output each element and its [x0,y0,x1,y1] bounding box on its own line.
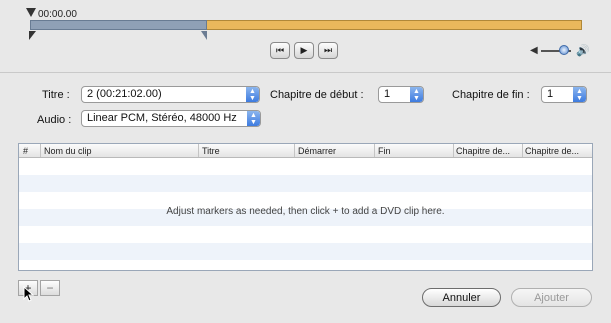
volume-slider-knob[interactable] [559,45,569,55]
minus-icon: − [46,281,54,295]
fast-forward-button[interactable]: ⏭ [318,42,338,59]
playhead-marker[interactable] [26,8,36,17]
volume-high-icon: 🔊 [576,45,590,57]
timecode-display: 00:00.00 [38,9,77,20]
column-header-fin[interactable]: Fin [378,146,452,156]
popup-arrows-icon: ▲ ▼ [410,87,423,102]
column-header-titre[interactable]: Titre [202,146,292,156]
chapitre-fin-select[interactable]: 1 ▲ ▼ [541,86,587,103]
titre-select[interactable]: 2 (00:21:02.00) ▲ ▼ [81,86,260,103]
volume-low-icon: ◀ [530,45,538,56]
chapitre-debut-label: Chapitre de début : [270,89,364,101]
popup-arrows-icon: ▲ ▼ [247,111,260,126]
popup-arrows-icon: ▲ ▼ [246,87,259,102]
chapitre-fin-label: Chapitre de fin : [452,89,530,101]
remove-clip-button[interactable]: − [40,280,60,296]
timeline-selection [30,20,207,30]
rewind-button[interactable]: ⏮ [270,42,290,59]
titre-label: Titre : [42,89,70,101]
audio-select-value: Linear PCM, Stéréo, 48000 Hz [87,112,237,124]
dvd-clip-dialog: 00:00.00 ⏮ ▶ ⏭ ◀ 🔊 Titre : 2 (00:21:02.0… [0,0,611,323]
chapitre-debut-value: 1 [384,88,391,100]
play-button[interactable]: ▶ [294,42,314,59]
fast-forward-icon: ⏭ [323,45,333,55]
rewind-icon: ⏮ [275,45,285,55]
mouse-cursor-icon [23,286,34,302]
table-header: # Nom du clip Titre Démarrer Fin Chapitr… [19,144,592,158]
popup-arrows-icon: ▲ ▼ [573,87,586,102]
start-marker[interactable] [29,31,36,40]
column-header-chapitre-fin[interactable]: Chapitre de... [525,146,591,156]
divider [0,72,611,73]
cancel-button[interactable]: Annuler [422,288,501,307]
column-header-number[interactable]: # [23,146,37,156]
end-marker[interactable] [201,31,207,40]
clip-table[interactable]: # Nom du clip Titre Démarrer Fin Chapitr… [18,143,593,271]
chapitre-fin-value: 1 [547,88,554,100]
column-header-chapitre-debut[interactable]: Chapitre de... [456,146,520,156]
table-row [19,243,592,260]
audio-select[interactable]: Linear PCM, Stéréo, 48000 Hz ▲ ▼ [81,110,261,127]
column-header-demarrer[interactable]: Démarrer [298,146,373,156]
empty-table-message: Adjust markers as needed, then click + t… [166,206,445,217]
table-row [19,175,592,192]
titre-select-value: 2 (00:21:02.00) [87,88,162,100]
column-header-nom-du-clip[interactable]: Nom du clip [44,146,194,156]
add-button[interactable]: Ajouter [511,288,592,307]
play-icon: ▶ [300,45,308,55]
chapitre-debut-select[interactable]: 1 ▲ ▼ [378,86,424,103]
audio-label: Audio : [37,114,72,126]
